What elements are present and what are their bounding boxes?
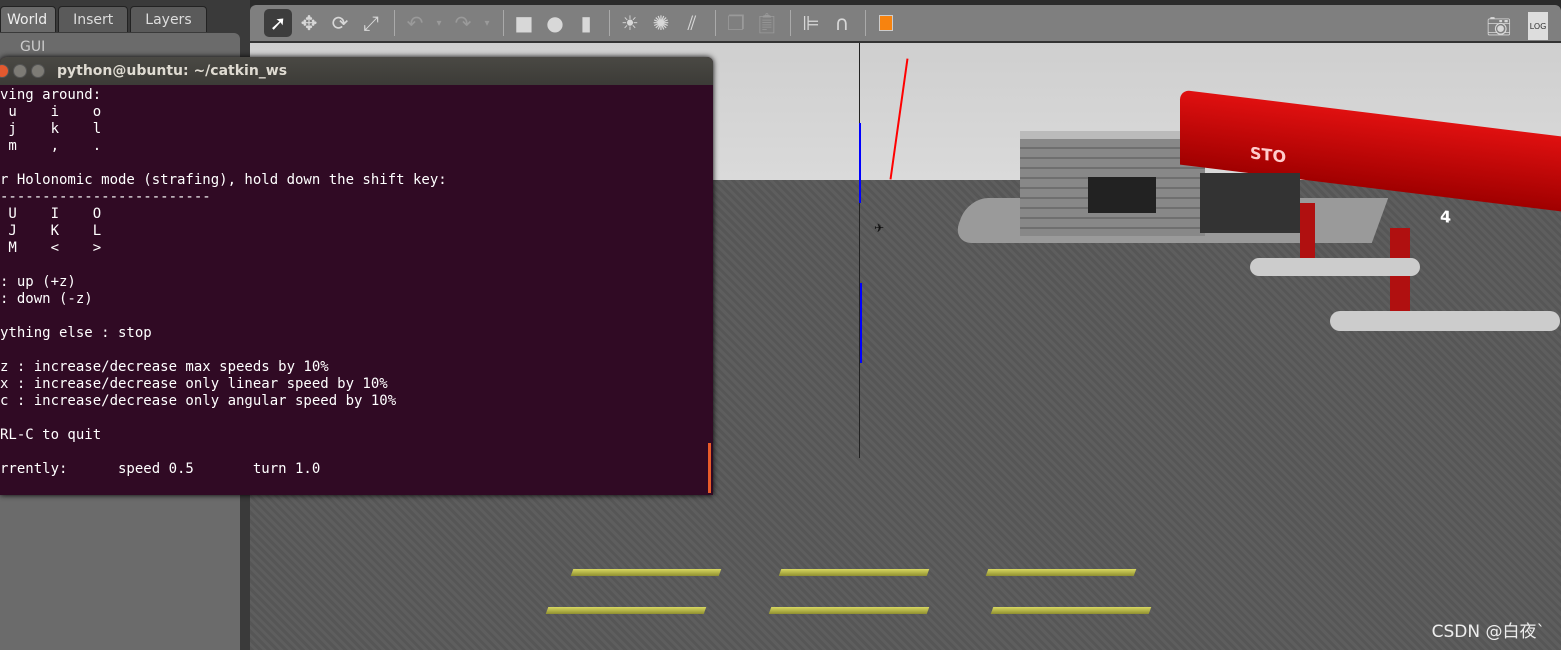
terminal-line: u i o bbox=[0, 104, 102, 120]
maximize-icon[interactable] bbox=[31, 64, 45, 78]
terminal-line: rrently: speed 0.5 turn 1.0 bbox=[0, 461, 321, 477]
minimize-icon[interactable] bbox=[13, 64, 27, 78]
road-marking bbox=[545, 607, 707, 614]
pump-island bbox=[1250, 258, 1420, 276]
road-marking bbox=[985, 569, 1137, 576]
directional-light-icon[interactable]: ⫽ bbox=[678, 9, 706, 37]
terminal-line: c : increase/decrease only angular speed… bbox=[0, 393, 397, 409]
terminal-output: ving around: u i o j k l m , . r Holonomi… bbox=[0, 85, 713, 478]
log-icon[interactable]: LOG bbox=[1528, 12, 1548, 40]
terminal-line: : up (+z) bbox=[0, 274, 76, 290]
tab-insert[interactable]: Insert bbox=[58, 6, 129, 32]
cylinder-icon[interactable]: ▮ bbox=[572, 9, 600, 37]
terminal-line: RL-C to quit bbox=[0, 427, 102, 443]
redo-icon[interactable]: ↷ bbox=[449, 9, 477, 37]
terminal-window[interactable]: python@ubuntu: ~/catkin_ws ving around: … bbox=[0, 57, 713, 495]
terminal-titlebar[interactable]: python@ubuntu: ~/catkin_ws bbox=[0, 57, 713, 85]
toolbar: ➚ ✥ ⟳ ⤢ ↶ ▾ ↷ ▾ ■ ● ▮ ☀ ✺ ⫽ ❐ 📋︎ ⊫ ∩ 📷︎ … bbox=[250, 5, 1561, 43]
divider bbox=[715, 10, 716, 36]
magnet-icon[interactable]: ∩ bbox=[828, 9, 856, 37]
view-angle-icon[interactable] bbox=[872, 9, 900, 37]
station-sign: STO bbox=[1250, 143, 1287, 167]
divider bbox=[609, 10, 610, 36]
pump-number: 4 bbox=[1440, 206, 1452, 227]
divider bbox=[503, 10, 504, 36]
road-marking bbox=[778, 569, 930, 576]
blue-axis-marker bbox=[860, 283, 862, 363]
z-axis-line bbox=[859, 43, 860, 458]
redo-menu-icon[interactable]: ▾ bbox=[480, 9, 494, 37]
undo-icon[interactable]: ↶ bbox=[401, 9, 429, 37]
terminal-line: z : increase/decrease max speeds by 10% bbox=[0, 359, 329, 375]
terminal-line: ------------------------- bbox=[0, 189, 211, 205]
tab-layers[interactable]: Layers bbox=[130, 6, 207, 32]
spot-light-icon[interactable]: ✺ bbox=[647, 9, 675, 37]
tab-world[interactable]: World bbox=[0, 6, 57, 32]
tree-item-gui[interactable]: GUI bbox=[20, 39, 45, 55]
divider bbox=[865, 10, 866, 36]
divider bbox=[790, 10, 791, 36]
screenshot-icon[interactable]: 📷︎ bbox=[1485, 12, 1513, 40]
station-window bbox=[1200, 173, 1300, 233]
road-marking bbox=[570, 569, 722, 576]
terminal-line: U I O bbox=[0, 206, 102, 222]
copy-icon[interactable]: ❐ bbox=[722, 9, 750, 37]
terminal-line: x : increase/decrease only linear speed … bbox=[0, 376, 388, 392]
road-marking bbox=[990, 607, 1152, 614]
terminal-line: M < > bbox=[0, 240, 102, 256]
close-icon[interactable] bbox=[0, 64, 9, 78]
align-icon[interactable]: ⊫ bbox=[797, 9, 825, 37]
watermark: CSDN @白夜` bbox=[1431, 622, 1545, 642]
paste-icon[interactable]: 📋︎ bbox=[753, 9, 781, 37]
rotate-icon[interactable]: ⟳ bbox=[326, 9, 354, 37]
blue-axis-marker bbox=[859, 123, 861, 203]
select-arrow-icon[interactable]: ➚ bbox=[264, 9, 292, 37]
terminal-scrollbar[interactable] bbox=[708, 443, 711, 493]
sphere-icon[interactable]: ● bbox=[541, 9, 569, 37]
scale-icon[interactable]: ⤢ bbox=[357, 9, 385, 37]
terminal-title: python@ubuntu: ~/catkin_ws bbox=[57, 63, 288, 79]
terminal-line: J K L bbox=[0, 223, 102, 239]
road-marking bbox=[768, 607, 930, 614]
terminal-line: j k l bbox=[0, 121, 102, 137]
pump-island bbox=[1330, 311, 1560, 331]
translate-icon[interactable]: ✥ bbox=[295, 9, 323, 37]
panel-tabs: World Insert Layers bbox=[0, 6, 209, 34]
divider bbox=[394, 10, 395, 36]
point-light-icon[interactable]: ☀ bbox=[616, 9, 644, 37]
undo-menu-icon[interactable]: ▾ bbox=[432, 9, 446, 37]
drone-model[interactable]: ✈ bbox=[874, 221, 908, 235]
terminal-line: m , . bbox=[0, 138, 102, 154]
terminal-line: : down (-z) bbox=[0, 291, 93, 307]
station-building bbox=[1020, 131, 1205, 236]
terminal-line: ything else : stop bbox=[0, 325, 152, 341]
terminal-line: r Holonomic mode (strafing), hold down t… bbox=[0, 172, 447, 188]
box-icon[interactable]: ■ bbox=[510, 9, 538, 37]
terminal-line: ving around: bbox=[0, 87, 102, 103]
